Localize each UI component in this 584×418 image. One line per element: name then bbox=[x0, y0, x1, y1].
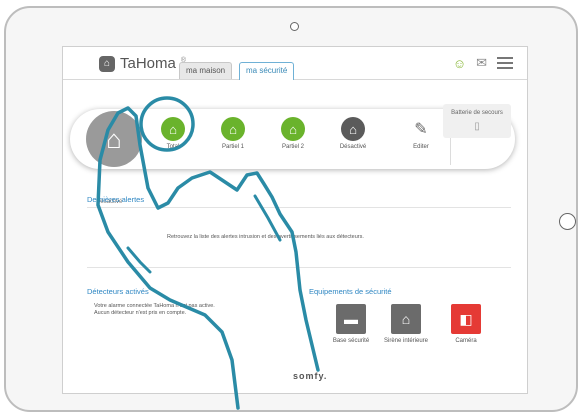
pencil-icon: ✎ bbox=[414, 121, 428, 138]
house-partial-icon: ⌂ bbox=[281, 117, 305, 141]
camera-icon: ◧ bbox=[451, 304, 481, 334]
detectors-line-1: Votre alarme connectée TaHoma n'est pas … bbox=[94, 303, 215, 309]
alerts-divider bbox=[87, 207, 511, 208]
shield-house-icon: ⌂ bbox=[106, 123, 122, 154]
mode-label: Editer bbox=[413, 144, 429, 150]
house-outline-icon: ⌂ bbox=[341, 117, 365, 141]
battery-label: Batterie de secours bbox=[451, 110, 503, 116]
tab-ma-securite[interactable]: ma sécurité bbox=[239, 62, 295, 80]
security-base-icon: ▬ bbox=[336, 304, 366, 334]
alerts-message: Retrouvez la liste des alertes intrusion… bbox=[167, 234, 364, 240]
user-icon[interactable]: ☺ bbox=[453, 56, 466, 71]
somfy-logo: somfy. bbox=[293, 371, 328, 381]
tahoma-logo[interactable]: ⌂ TaHoma ® bbox=[99, 55, 186, 72]
equipment-title: Equipements de sécurité bbox=[309, 287, 392, 296]
home-button[interactable] bbox=[559, 213, 576, 230]
equipment-label: Caméra bbox=[455, 338, 477, 344]
tab-ma-maison[interactable]: ma maison bbox=[179, 62, 233, 79]
mode-desactive[interactable]: ⌂ Désactivé bbox=[318, 117, 388, 150]
detectors-title: Détecteurs activés bbox=[87, 287, 149, 296]
detectors-line-2: Aucun détecteur n'est pris en compte. bbox=[94, 310, 187, 316]
top-bar: ⌂ TaHoma ® ma maison ma sécurité ☺ ✉ bbox=[63, 47, 527, 80]
siren-icon: ⌂ bbox=[391, 304, 421, 334]
house-partial-icon: ⌂ bbox=[221, 117, 245, 141]
mode-label: Désactivé bbox=[339, 144, 367, 150]
equipment-camera[interactable]: ◧ Caméra bbox=[426, 304, 506, 344]
logo-text: TaHoma bbox=[120, 55, 176, 72]
mail-icon[interactable]: ✉ bbox=[476, 55, 487, 71]
tablet-frame: ⌂ TaHoma ® ma maison ma sécurité ☺ ✉ ⌂ ⌂… bbox=[4, 6, 578, 412]
alerts-title: Dernières alertes bbox=[87, 195, 145, 204]
camera-dot bbox=[290, 22, 299, 31]
home-logo-icon: ⌂ bbox=[99, 55, 115, 72]
current-mode-circle[interactable]: ⌂ bbox=[86, 111, 142, 167]
battery-panel[interactable]: Batterie de secours ▯ bbox=[443, 104, 511, 138]
house-icon: ⌂ bbox=[161, 117, 185, 141]
header-icons: ☺ ✉ bbox=[453, 55, 513, 71]
battery-icon: ▯ bbox=[474, 121, 480, 132]
section-divider bbox=[87, 267, 511, 268]
menu-icon[interactable] bbox=[497, 57, 513, 69]
app-screen: ⌂ TaHoma ® ma maison ma sécurité ☺ ✉ ⌂ ⌂… bbox=[62, 46, 528, 394]
